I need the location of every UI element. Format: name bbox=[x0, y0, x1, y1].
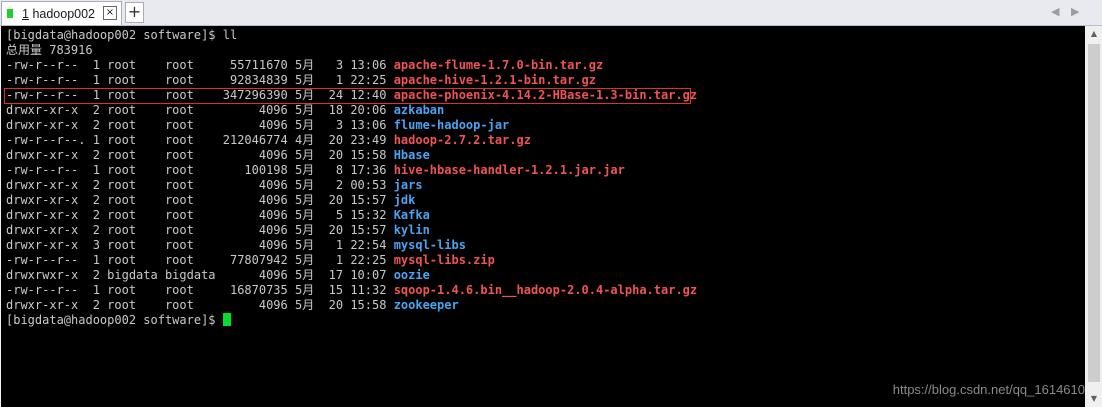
terminal-window[interactable]: [bigdata@hadoop002 software]$ ll 总用量 783… bbox=[1, 26, 1085, 407]
listing-meta: drwxr-xr-x 2 root root 4096 5月 20 15:57 bbox=[6, 193, 394, 207]
file-name: apache-flume-1.7.0-bin.tar.gz bbox=[393, 58, 604, 72]
add-tab-button[interactable]: + bbox=[125, 2, 144, 23]
directory-name: Hbase bbox=[393, 148, 430, 162]
listing-meta: -rw-r--r-- 1 root root 92834839 5月 1 22:… bbox=[6, 73, 394, 87]
listing-meta: drwxr-xr-x 2 root root 4096 5月 20 15:58 bbox=[6, 148, 394, 162]
directory-name: oozie bbox=[393, 268, 430, 282]
directory-name: jars bbox=[393, 178, 423, 192]
listing-row: drwxr-xr-x 2 root root 4096 5月 18 20:06 … bbox=[6, 103, 697, 118]
vertical-scrollbar[interactable]: ▲ ▼ bbox=[1086, 26, 1102, 407]
listing-row: drwxr-xr-x 2 root root 4096 5月 3 13:06 f… bbox=[6, 118, 697, 133]
directory-name: kylin bbox=[393, 223, 430, 237]
listing-row: drwxr-xr-x 2 root root 4096 5月 20 15:58 … bbox=[6, 148, 697, 163]
cursor-icon bbox=[222, 313, 231, 326]
tab-hadoop002[interactable]: 1 hadoop002 × bbox=[1, 1, 122, 25]
listing-meta: -rw-r--r--. 1 root root 212046774 4月 20 … bbox=[6, 133, 394, 147]
listing-row: drwxr-xr-x 2 root root 4096 5月 5 15:32 K… bbox=[6, 208, 697, 223]
directory-name: Kafka bbox=[393, 208, 430, 222]
listing-row: -rw-r--r-- 1 root root 55711670 5月 3 13:… bbox=[6, 58, 697, 73]
file-name: hive-hbase-handler-1.2.1.jar.jar bbox=[393, 163, 625, 177]
final-prompt-line[interactable]: [bigdata@hadoop002 software]$ bbox=[6, 313, 697, 328]
watermark: https://blog.csdn.net/qq_1614610 bbox=[892, 382, 1085, 397]
listing-meta: drwxrwxr-x 2 bigdata bigdata 4096 5月 17 … bbox=[6, 268, 394, 282]
directory-name: jdk bbox=[393, 193, 416, 207]
final-prompt: [bigdata@hadoop002 software]$ bbox=[6, 313, 223, 327]
listing-row: -rw-r--r-- 1 root root 100198 5月 8 17:36… bbox=[6, 163, 697, 178]
total-line: 总用量 783916 bbox=[6, 43, 93, 57]
listing-row: drwxr-xr-x 2 root root 4096 5月 20 15:58 … bbox=[6, 298, 697, 313]
scrollbar-thumb[interactable] bbox=[1088, 44, 1100, 382]
listing-meta: drwxr-xr-x 2 root root 4096 5月 2 00:53 bbox=[6, 178, 394, 192]
listing-row: drwxrwxr-x 2 bigdata bigdata 4096 5月 17 … bbox=[6, 268, 697, 283]
highlight-box bbox=[4, 88, 691, 104]
file-name: hadoop-2.7.2.tar.gz bbox=[393, 133, 531, 147]
directory-name: mysql-libs bbox=[393, 238, 466, 252]
listing-row: -rw-r--r-- 1 root root 16870735 5月 15 11… bbox=[6, 283, 697, 298]
connection-status-icon bbox=[7, 9, 13, 18]
listing-meta: -rw-r--r-- 1 root root 77807942 5月 1 22:… bbox=[6, 253, 394, 267]
listing-row: drwxr-xr-x 2 root root 4096 5月 2 00:53 j… bbox=[6, 178, 697, 193]
listing-meta: drwxr-xr-x 2 root root 4096 5月 3 13:06 bbox=[6, 118, 394, 132]
listing-meta: -rw-r--r-- 1 root root 100198 5月 8 17:36 bbox=[6, 163, 394, 177]
listing-meta: drwxr-xr-x 3 root root 4096 5月 1 22:54 bbox=[6, 238, 394, 252]
listing-row: drwxr-xr-x 3 root root 4096 5月 1 22:54 m… bbox=[6, 238, 697, 253]
listing-meta: -rw-r--r-- 1 root root 16870735 5月 15 11… bbox=[6, 283, 394, 297]
listing-row: drwxr-xr-x 2 root root 4096 5月 20 15:57 … bbox=[6, 223, 697, 238]
tab-label: 1 hadoop002 bbox=[22, 6, 96, 21]
scroll-up-icon[interactable]: ▲ bbox=[1086, 26, 1102, 42]
file-name: sqoop-1.4.6.bin__hadoop-2.0.4-alpha.tar.… bbox=[393, 283, 698, 297]
tab-bar: 1 hadoop002 × + ◀ ▶ bbox=[0, 0, 1102, 26]
tab-scroll-right-icon[interactable]: ▶ bbox=[1071, 5, 1079, 18]
terminal-output: [bigdata@hadoop002 software]$ ll 总用量 783… bbox=[6, 28, 697, 328]
listing-row: drwxr-xr-x 2 root root 4096 5月 20 15:57 … bbox=[6, 193, 697, 208]
listing-row: -rw-r--r--. 1 root root 212046774 4月 20 … bbox=[6, 133, 697, 148]
scroll-down-icon[interactable]: ▼ bbox=[1086, 391, 1102, 407]
listing-meta: drwxr-xr-x 2 root root 4096 5月 18 20:06 bbox=[6, 103, 394, 117]
directory-name: flume-hadoop-jar bbox=[393, 118, 510, 132]
listing-meta: -rw-r--r-- 1 root root 55711670 5月 3 13:… bbox=[6, 58, 394, 72]
listing-meta: drwxr-xr-x 2 root root 4096 5月 5 15:32 bbox=[6, 208, 394, 222]
directory-name: azkaban bbox=[393, 103, 445, 117]
close-tab-icon[interactable]: × bbox=[103, 6, 117, 20]
file-name: apache-hive-1.2.1-bin.tar.gz bbox=[393, 73, 596, 87]
prompt-line: [bigdata@hadoop002 software]$ ll bbox=[6, 28, 238, 42]
tab-scroll-left-icon[interactable]: ◀ bbox=[1051, 5, 1059, 18]
file-name: mysql-libs.zip bbox=[393, 253, 495, 267]
listing-row: -rw-r--r-- 1 root root 77807942 5月 1 22:… bbox=[6, 253, 697, 268]
listing-meta: drwxr-xr-x 2 root root 4096 5月 20 15:58 bbox=[6, 298, 394, 312]
listing-meta: drwxr-xr-x 2 root root 4096 5月 20 15:57 bbox=[6, 223, 394, 237]
directory-name: zookeeper bbox=[393, 298, 459, 312]
listing-row: -rw-r--r-- 1 root root 92834839 5月 1 22:… bbox=[6, 73, 697, 88]
